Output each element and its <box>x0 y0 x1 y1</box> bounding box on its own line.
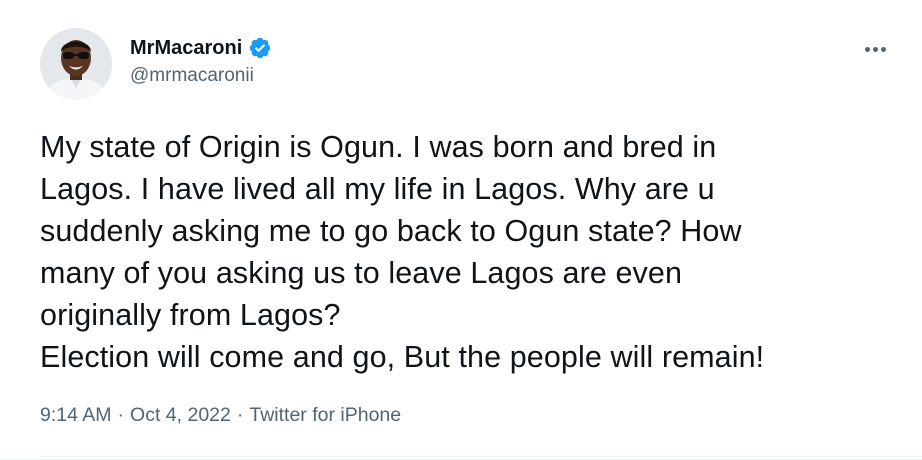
author-name-row: MrMacaroni <box>130 36 272 60</box>
tweet-metadata: 9:14 AM · Oct 4, 2022 · Twitter for iPho… <box>40 402 401 428</box>
tweet-date[interactable]: Oct 4, 2022 <box>130 402 231 428</box>
tweet-card: MrMacaroni @mrmacaronii My state of Orig… <box>0 0 922 460</box>
author-handle[interactable]: @mrmacaronii <box>130 64 254 88</box>
meta-separator: · <box>117 404 125 426</box>
more-dot <box>872 46 878 52</box>
tweet-time[interactable]: 9:14 AM <box>40 402 112 428</box>
tweet-source[interactable]: Twitter for iPhone <box>249 402 401 428</box>
verified-badge-icon <box>248 36 272 60</box>
tweet-text: My state of Origin is Ogun. I was born a… <box>40 130 765 374</box>
more-dot <box>880 46 886 52</box>
author-display-name[interactable]: MrMacaroni <box>130 36 242 60</box>
divider <box>40 456 922 457</box>
more-horizontal-icon <box>864 46 870 52</box>
more-options-button[interactable] <box>858 32 892 66</box>
meta-separator: · <box>236 404 244 426</box>
avatar-image <box>40 28 112 100</box>
avatar[interactable] <box>40 28 112 100</box>
